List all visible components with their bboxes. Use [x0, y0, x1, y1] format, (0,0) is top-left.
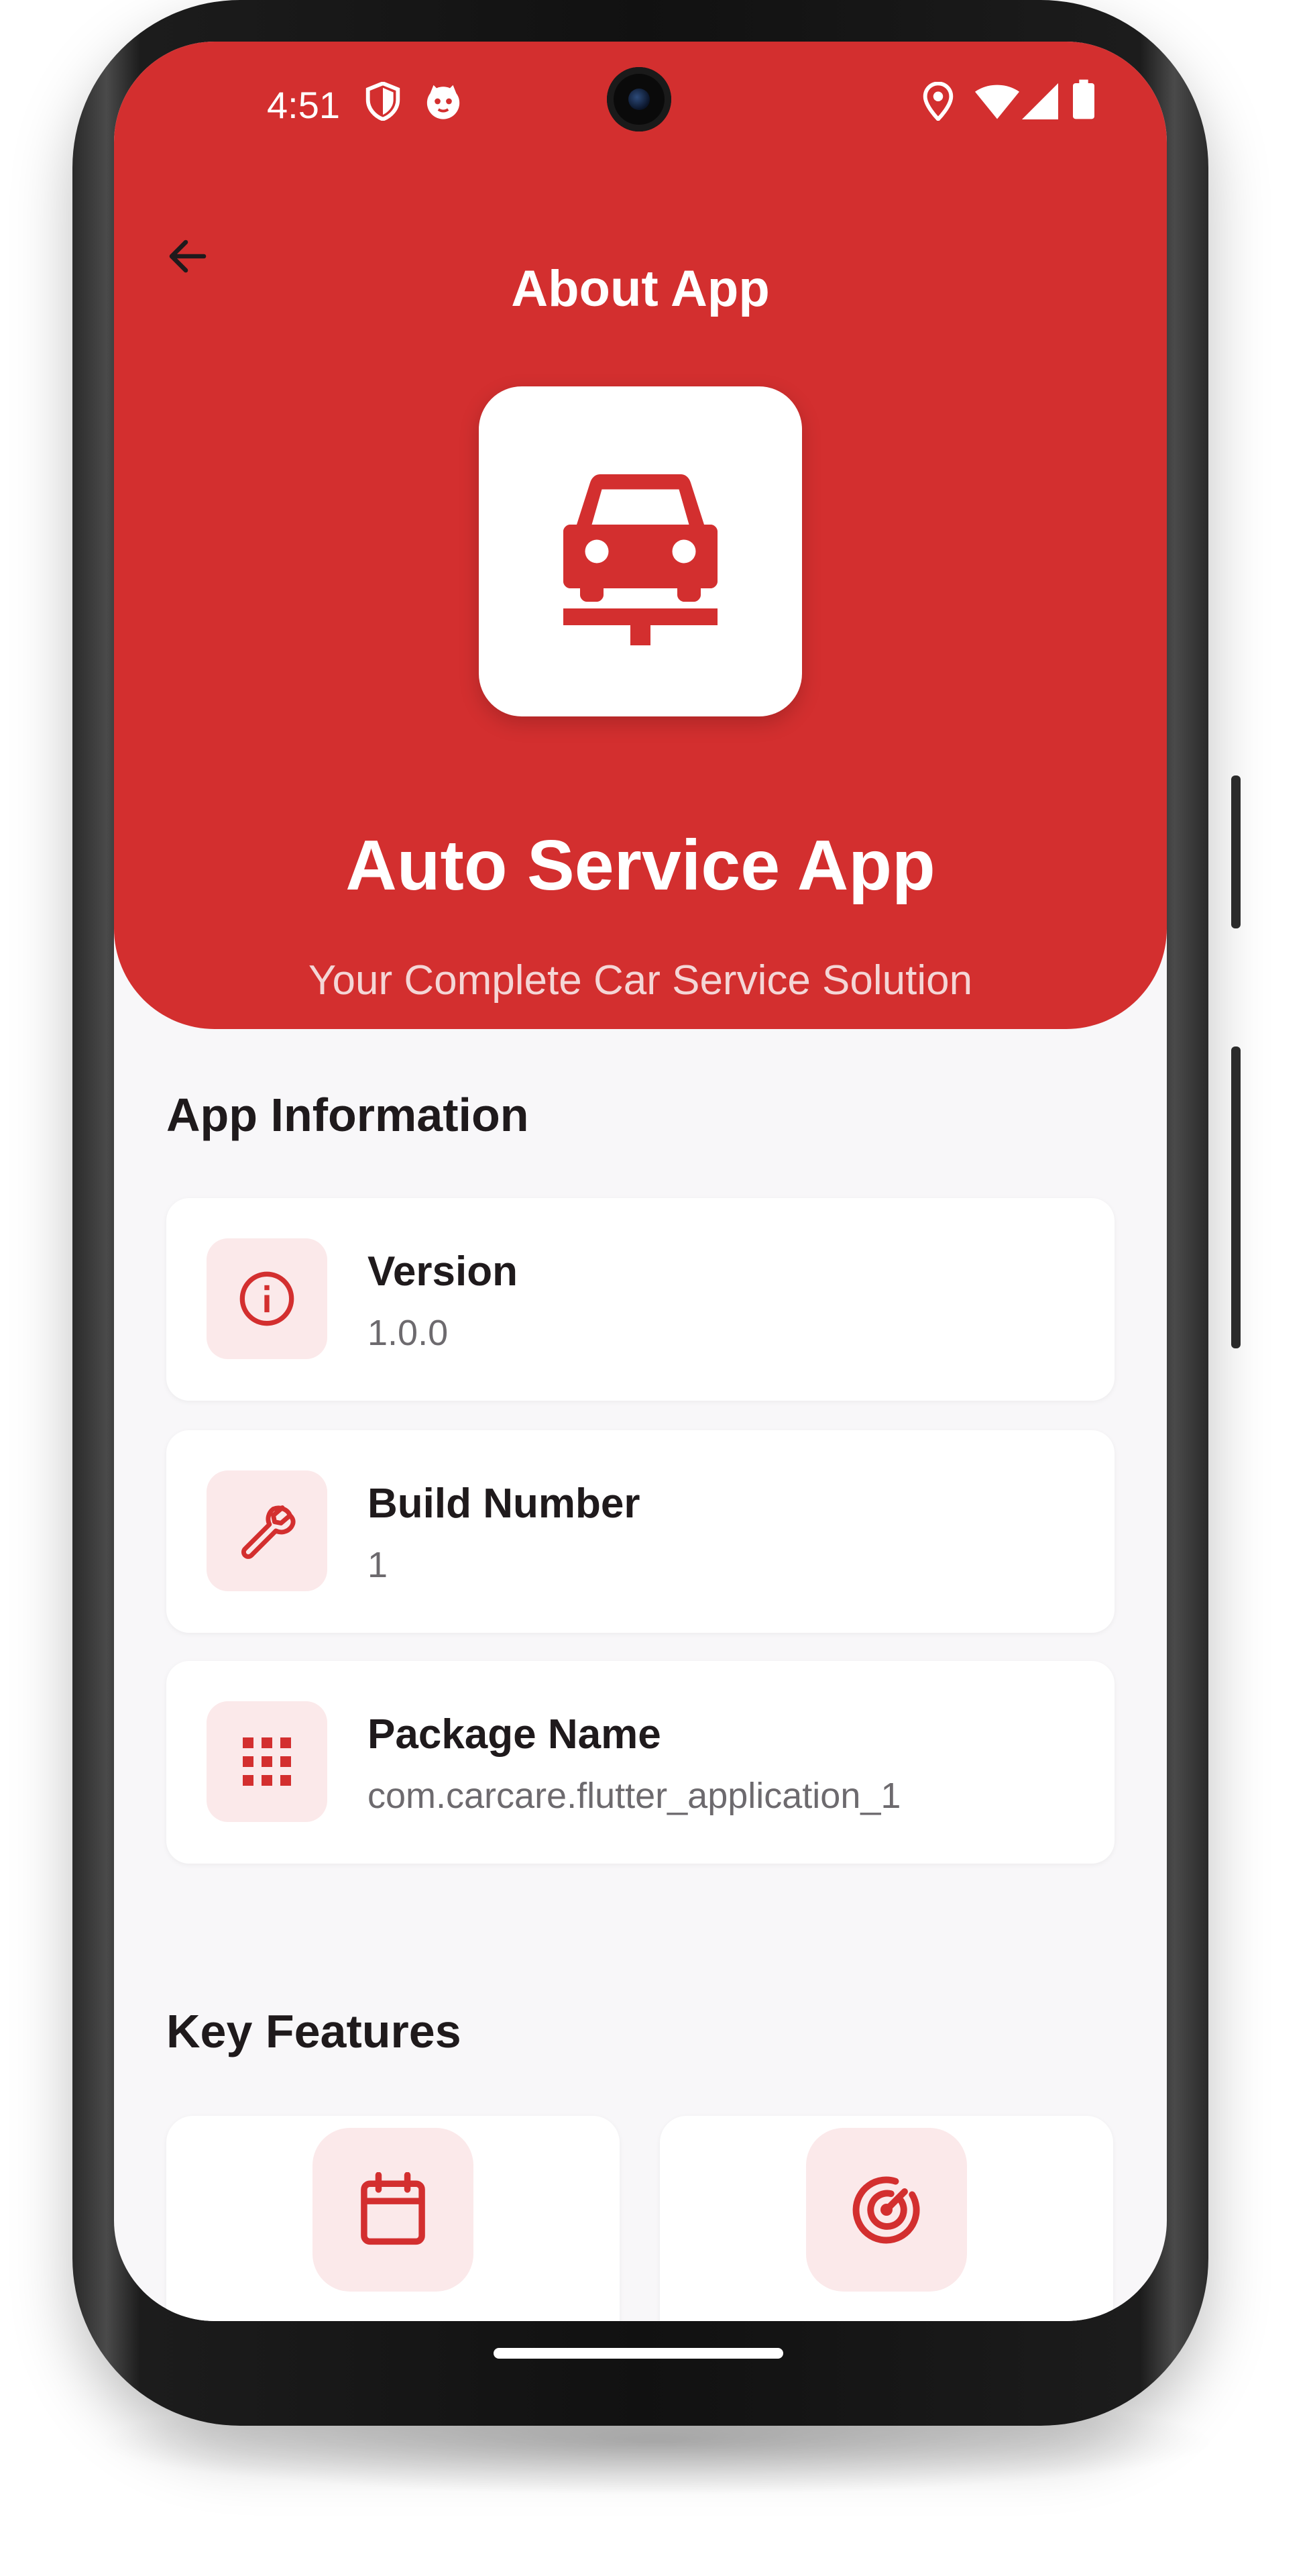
info-card-package-name: Package Name com.carcare.flutter_applica… [166, 1661, 1115, 1864]
app-information-title: App Information [166, 1089, 529, 1141]
info-value: 1.0.0 [367, 1313, 449, 1353]
info-label: Package Name [367, 1711, 661, 1758]
info-card-version: Version 1.0.0 [166, 1198, 1115, 1401]
key-features-title: Key Features [166, 2005, 461, 2057]
info-value: com.carcare.flutter_application_1 [367, 1776, 901, 1816]
apps-icon-tile [207, 1701, 327, 1822]
info-label: Version [367, 1248, 518, 1295]
feature-icon-tile [806, 2128, 967, 2292]
apps-grid-icon [243, 1737, 291, 1786]
radar-icon [852, 2176, 920, 2244]
location-icon [923, 81, 954, 124]
wifi-icon [975, 85, 1019, 123]
shield-icon [365, 81, 401, 124]
feature-card-radar[interactable] [660, 2116, 1113, 2321]
app-screen: 4:51 About App Auto Service App Your Com… [114, 42, 1167, 2321]
feature-icon-tile [312, 2128, 473, 2292]
page-title: About App [511, 260, 770, 317]
status-time: 4:51 [267, 84, 340, 126]
front-camera [607, 67, 671, 131]
power-button [1231, 1046, 1241, 1348]
info-icon-tile [207, 1470, 327, 1591]
info-label: Build Number [367, 1481, 640, 1527]
calendar-icon [361, 2172, 425, 2245]
info-icon-tile [207, 1238, 327, 1359]
home-indicator[interactable] [494, 2348, 783, 2359]
info-card-build-number: Build Number 1 [166, 1430, 1115, 1633]
cat-face-icon [424, 82, 463, 124]
car-lift-icon [563, 474, 718, 645]
battery-icon [1073, 79, 1094, 123]
hero-header: 4:51 About App Auto Service App Your Com… [114, 42, 1167, 1029]
status-bar: 4:51 [114, 42, 1167, 156]
feature-card-calendar[interactable] [166, 2116, 620, 2321]
app-tagline: Your Complete Car Service Solution [308, 957, 973, 1004]
info-icon [239, 1271, 294, 1326]
signal-icon [1022, 83, 1058, 123]
app-logo [479, 386, 802, 716]
wrench-icon [241, 1505, 296, 1559]
app-name: Auto Service App [345, 826, 935, 905]
info-value: 1 [367, 1545, 388, 1585]
volume-button [1231, 775, 1241, 928]
